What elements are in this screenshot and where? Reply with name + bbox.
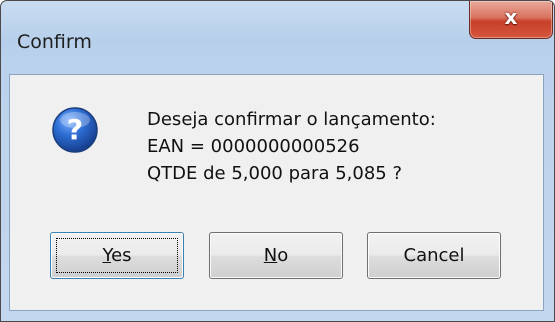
no-button[interactable]: No xyxy=(209,232,343,279)
cancel-button[interactable]: Cancel xyxy=(367,232,501,279)
yes-mnemonic: Y xyxy=(102,245,112,266)
no-label-rest: o xyxy=(277,245,289,266)
confirm-dialog: Confirm x ? Deseja confirmar o lançament… xyxy=(0,0,555,322)
svg-text:?: ? xyxy=(67,113,83,146)
message-line-2: EAN = 0000000000526 xyxy=(147,136,360,157)
window-title: Confirm xyxy=(17,31,92,53)
close-icon: x xyxy=(504,5,518,29)
yes-label-rest: es xyxy=(111,245,132,266)
yes-button-label: Yes xyxy=(102,245,131,266)
no-mnemonic: N xyxy=(263,245,278,266)
no-button-label: No xyxy=(264,245,288,266)
question-icon: ? xyxy=(52,107,98,153)
cancel-button-label: Cancel xyxy=(403,245,465,266)
yes-button[interactable]: Yes xyxy=(50,232,184,279)
dialog-body: ? Deseja confirmar o lançamento: EAN = 0… xyxy=(9,74,544,311)
close-button[interactable]: x xyxy=(469,1,553,39)
message-line-3: QTDE de 5,000 para 5,085 ? xyxy=(147,163,403,184)
message-line-1: Deseja confirmar o lançamento: xyxy=(147,109,436,130)
message-text: Deseja confirmar o lançamento: EAN = 000… xyxy=(147,106,436,187)
